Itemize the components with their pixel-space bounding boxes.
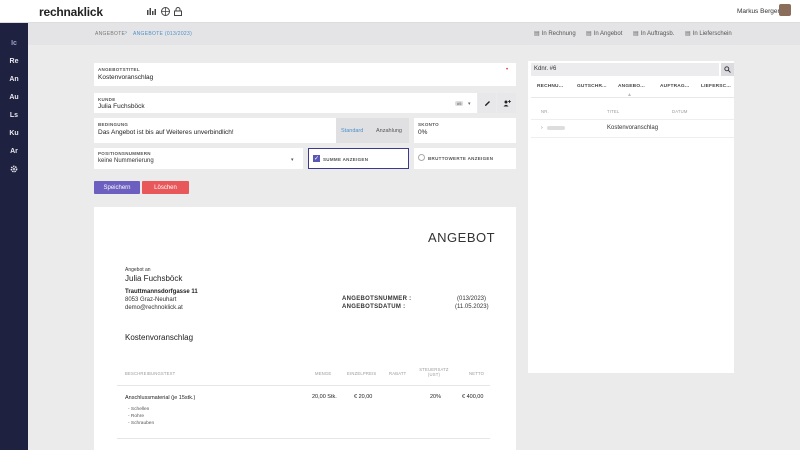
redacted-number [547,126,565,130]
title-field[interactable]: ANGEBOTSTITEL Kostenvoranschlag • [94,63,516,86]
doc-subject: Kostenvoranschlag [125,333,194,342]
tab-auftraege[interactable]: AUFTRAG... [660,84,689,89]
sidebar-item-kunden[interactable]: Ku [0,130,28,137]
globe-icon[interactable] [160,6,170,16]
required-marker: • [506,67,509,73]
sidebar-item-dashboard[interactable]: Ic [0,40,28,47]
save-button[interactable]: Speichern [94,181,140,194]
top-bar [0,0,800,23]
checkbox-unchecked-icon [418,154,425,161]
sidebar-item-rechnungen[interactable]: Re [0,58,28,65]
customer-badge: #5 [455,101,464,106]
chevron-right-icon: › [541,125,543,131]
avatar[interactable] [779,4,791,16]
document-icon: ▤ [586,31,592,37]
sidebar-item-auftraege[interactable]: Au [0,94,28,101]
divider [531,137,734,138]
breadcrumb-current: ANGEBOTE (013/2023) [133,31,193,37]
breadcrumb-parent[interactable]: ANGEBOTE [95,31,125,37]
tab-gutschriften[interactable]: GUTSCHR... [577,84,607,89]
brutto-checkbox[interactable]: BRUTTOWERTE ANZEIGEN [414,148,516,169]
user-name[interactable]: Markus Berger [737,8,780,15]
pencil-icon [484,100,490,106]
chart-icon[interactable] [146,6,156,16]
checkbox-checked-icon: ✓ [313,155,320,162]
col-header-nr: NR. [541,109,549,114]
add-customer-button[interactable] [497,93,516,113]
table-row[interactable]: › Kostenvoranschlag [531,121,734,136]
right-panel [528,61,734,373]
tab-angebote[interactable]: ANGEBO... [618,84,645,89]
condition-toggle: Standard Anzahlung [336,118,409,143]
doc-heading: ANGEBOT [428,230,496,245]
delete-button[interactable]: Löschen [142,181,189,194]
action-in-auftragsb[interactable]: ▤ In Auftragsb. [633,30,674,38]
divider [117,385,490,386]
divider [531,119,734,120]
document-icon: ▤ [633,31,639,37]
customer-search-input[interactable]: Kdnr. #6 [531,63,719,76]
recipient-name: Julia Fuchsböck [125,274,183,283]
search-icon [724,66,731,73]
document-icon: ▤ [534,31,540,37]
tab-lieferscheine[interactable]: LIEFERSC... [701,84,731,89]
divider [531,97,734,98]
col-header-datum: DATUM [672,109,688,114]
edit-customer-button[interactable] [478,93,496,113]
anzahlung-option[interactable]: Anzahlung [376,128,402,134]
lock-icon[interactable] [173,6,183,16]
action-in-lieferschein[interactable]: ▤ In Lieferschein [685,30,732,38]
sidebar: Ic Re An Au Ls Ku Ar [0,23,28,450]
customer-field[interactable]: KUNDE Julia Fuchsböck #5 ▾ [94,93,477,113]
chevron-down-icon[interactable]: ▾ [468,101,471,107]
action-in-angebot[interactable]: ▤ In Angebot [586,30,622,38]
positions-select[interactable]: POSITIONSNUMMERN keine Nummerierung ▾ [94,148,303,169]
divider [117,438,490,439]
standard-option[interactable]: Standard [341,128,363,134]
skonto-field[interactable]: SKONTO 0% [414,118,516,143]
sidebar-item-artikel[interactable]: Ar [0,148,28,155]
app-logo[interactable]: rechnaklick [39,5,103,19]
action-in-rechnung[interactable]: ▤ In Rechnung [534,30,576,38]
col-header-titel: TITEL [607,109,620,114]
sidebar-item-lieferscheine[interactable]: Ls [0,112,28,119]
chevron-down-icon: ▾ [291,157,294,163]
user-plus-icon [503,100,511,107]
document-icon: ▤ [685,31,691,37]
condition-field[interactable]: BEDINGUNG Das Angebot ist bis auf Weiter… [94,118,336,143]
document-preview: ANGEBOT Angebot an Julia Fuchsböck Traut… [94,207,516,450]
chevron-right-icon: › [125,30,127,36]
sum-checkbox[interactable]: ✓ SUMME ANZEIGEN [308,148,409,169]
tab-rechnungen[interactable]: RECHNU... [537,84,563,89]
gear-icon[interactable] [0,165,28,175]
sidebar-item-angebote[interactable]: An [0,76,28,83]
search-button[interactable] [721,63,734,76]
